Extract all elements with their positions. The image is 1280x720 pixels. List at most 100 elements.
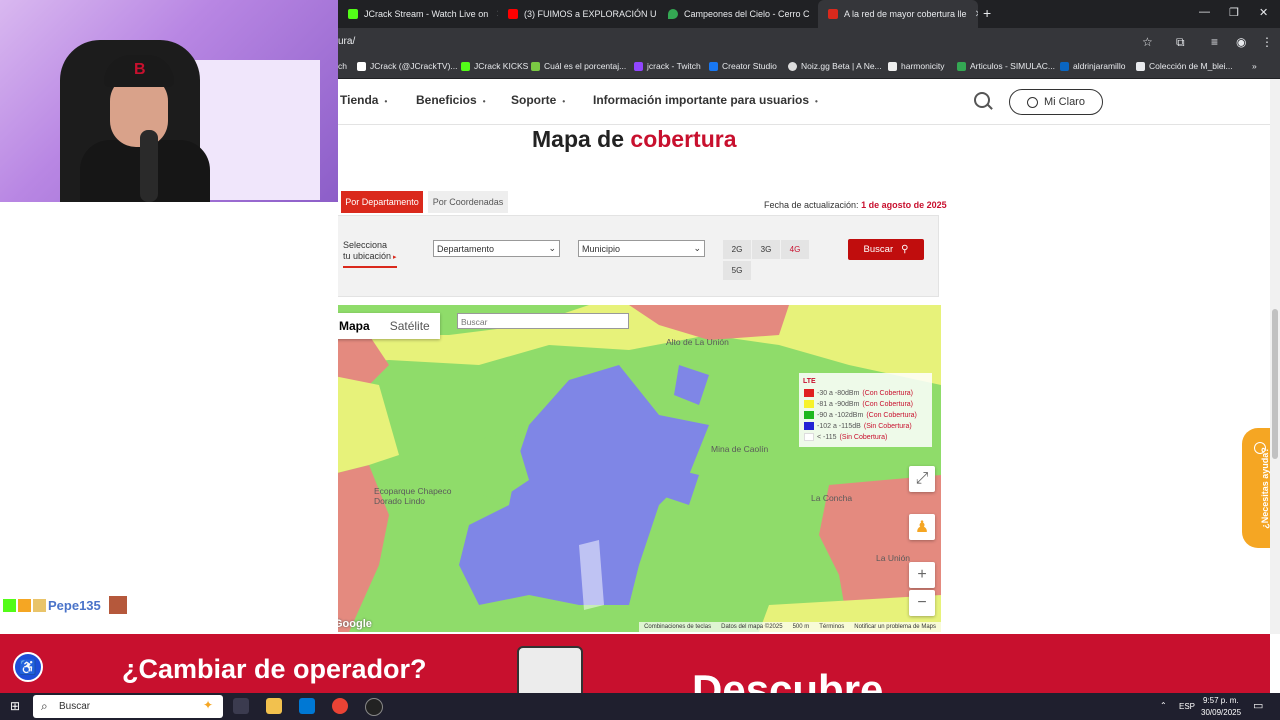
url-field[interactable]: ura/: [338, 36, 355, 47]
map-label: La Concha: [811, 493, 853, 503]
file-explorer-icon[interactable]: [266, 698, 282, 714]
chrome-icon[interactable]: [332, 698, 348, 714]
nav-beneficios[interactable]: Beneficios •: [416, 93, 486, 107]
browser-tab[interactable]: JCrack Stream - Watch Live on ✕: [338, 0, 498, 28]
map-label: La Unión: [876, 553, 911, 563]
media-icon[interactable]: ≡: [1211, 35, 1218, 49]
tab-por-departamento[interactable]: Por Departamento: [341, 191, 423, 213]
bookmark-item[interactable]: Creator Studio: [709, 61, 777, 71]
browser-tab-active[interactable]: A la red de mayor cobertura lle ✕: [818, 0, 978, 28]
buscar-button[interactable]: Buscar ⚲: [848, 239, 924, 260]
bookmark-item[interactable]: Noiz.gg Beta | A Ne...: [788, 61, 882, 71]
webcam-overlay: B: [0, 0, 338, 202]
bookmark-item[interactable]: harmonicity: [888, 61, 944, 71]
twitch-icon: [634, 61, 643, 71]
cap-image: B: [104, 55, 174, 87]
tray-chevron-icon[interactable]: ⌃: [1160, 701, 1167, 710]
x-icon: [357, 61, 366, 71]
municipio-select[interactable]: Municipio ⌄: [578, 240, 705, 257]
scale-bar[interactable]: 500 m: [793, 624, 810, 630]
promo-banner[interactable]: ♿ ¿Cambiar de operador? Descubre: [0, 634, 1270, 693]
map-type-control: Mapa Satélite: [329, 313, 440, 339]
pegman-icon[interactable]: ♟: [909, 514, 935, 540]
bookmark-icon: [531, 61, 540, 71]
map-legend: LTE -30 a -80dBm (Con Cobertura) -81 a -…: [799, 373, 932, 447]
taskbar-search[interactable]: ⌕ Buscar ✦: [33, 695, 223, 718]
outlook-icon[interactable]: [299, 698, 315, 714]
bookmark-item[interactable]: JCrack (@JCrackTV)...: [357, 61, 458, 71]
bookmark-item[interactable]: ch: [338, 61, 347, 71]
network-4g[interactable]: 4G: [781, 240, 809, 259]
nav-informacion[interactable]: Información importante para usuarios •: [593, 93, 818, 107]
extensions-icon[interactable]: ⧉: [1176, 35, 1185, 50]
profile-icon[interactable]: ◉: [1236, 35, 1246, 49]
folder-icon: [1060, 61, 1069, 71]
bookmark-item[interactable]: Colección de M_blei...: [1136, 61, 1233, 71]
browser-tab[interactable]: Campeones del Cielo - Cerro C ✕: [658, 0, 818, 28]
departamento-select[interactable]: Departamento ⌄: [433, 240, 560, 257]
keyboard-shortcuts-link[interactable]: Combinaciones de teclas: [644, 624, 711, 630]
banner-word: Descubre: [692, 666, 884, 693]
network-2g[interactable]: 2G: [723, 240, 751, 259]
page-title: Mapa de cobertura: [532, 126, 737, 152]
nav-tienda[interactable]: Tienda •: [340, 93, 387, 107]
taskbar: ⊞ ⌕ Buscar ✦ ⌃ ESP 9:57 p. m. 30/09/2025…: [0, 693, 1280, 720]
map-label: Ecoparque Chapeco Dorado Lindo: [374, 486, 452, 506]
language-indicator[interactable]: ESP: [1179, 702, 1195, 711]
notifications-icon[interactable]: ▭: [1253, 699, 1263, 712]
location-label: Selecciona tu ubicación ▸: [343, 240, 397, 268]
zoom-out-button[interactable]: −: [909, 590, 935, 616]
more-bookmarks-icon[interactable]: »: [1252, 61, 1257, 71]
windows-start-icon[interactable]: ⊞: [10, 699, 20, 713]
new-tab-button[interactable]: +: [983, 5, 991, 21]
maps-pin-icon: [668, 9, 678, 19]
terms-link[interactable]: Términos: [819, 624, 844, 630]
coverage-map[interactable]: Mapa Satélite Buscar LTE -30 a -80dBm (C…: [329, 305, 941, 632]
bookmark-item[interactable]: jcrack - Twitch: [634, 61, 701, 71]
user-icon: [1027, 96, 1039, 108]
network-3g[interactable]: 3G: [752, 240, 780, 259]
bookmark-item[interactable]: JCrack KICKS: [461, 61, 528, 71]
accessibility-icon[interactable]: ♿: [13, 652, 43, 682]
sparkle-icon: ✦: [202, 698, 213, 712]
search-icon[interactable]: [974, 92, 990, 108]
legend-row: -90 a -102dBm (Con Cobertura): [804, 411, 917, 419]
bookmark-star-icon[interactable]: ☆: [1142, 35, 1153, 49]
menu-icon[interactable]: ⋮: [1261, 35, 1273, 49]
chat-user: Pepe135: [3, 596, 129, 614]
report-problem-link[interactable]: Notificar un problema de Maps: [854, 624, 936, 630]
filter-panel: Selecciona tu ubicación ▸ Departamento ⌄…: [329, 215, 939, 297]
obs-icon[interactable]: [365, 698, 383, 716]
network-5g[interactable]: 5G: [723, 261, 751, 280]
clock-time[interactable]: 9:57 p. m.: [1203, 696, 1239, 705]
task-view-icon[interactable]: [233, 698, 249, 714]
chevron-down-icon: •: [562, 97, 566, 106]
nav-soporte[interactable]: Soporte •: [511, 93, 565, 107]
bookmark-item[interactable]: aldrinjaramillo: [1060, 61, 1125, 71]
clock-date[interactable]: 30/09/2025: [1201, 708, 1241, 717]
chevron-down-icon: •: [384, 97, 388, 106]
coverage-layer: [329, 305, 941, 632]
badge-icon: [33, 598, 46, 612]
badge-icon: [18, 598, 31, 612]
tab-por-coordenadas[interactable]: Por Coordenadas: [428, 191, 508, 213]
emote-icon: [108, 596, 127, 614]
phone-image: [517, 646, 583, 693]
zoom-in-button[interactable]: +: [909, 562, 935, 588]
close-tab-icon[interactable]: ✕: [975, 9, 978, 20]
minimize-icon[interactable]: —: [1199, 6, 1210, 18]
tab-satelite[interactable]: Satélite: [380, 313, 440, 339]
bookmark-item[interactable]: Articulos - SIMULAC...: [957, 61, 1055, 71]
fullscreen-icon[interactable]: ⤢: [909, 466, 935, 492]
mi-claro-button[interactable]: Mi Claro: [1009, 89, 1103, 115]
map-search-input[interactable]: Buscar: [457, 313, 629, 329]
site-nav: Tienda • Beneficios • Soporte • Información…: [338, 79, 1270, 125]
map-footer: Combinaciones de teclas Datos del mapa ©…: [639, 622, 941, 632]
bookmark-icon: [1136, 61, 1145, 71]
bookmark-item[interactable]: Cuál es el porcentaj...: [531, 61, 626, 71]
map-label: Alto de La Unión: [666, 337, 729, 347]
browser-tab[interactable]: (3) FUIMOS a EXPLORACIÓN U ✕: [498, 0, 658, 28]
restore-icon[interactable]: ❐: [1229, 6, 1239, 19]
close-window-icon[interactable]: ✕: [1259, 6, 1268, 19]
page-scrollbar[interactable]: [1270, 79, 1280, 634]
